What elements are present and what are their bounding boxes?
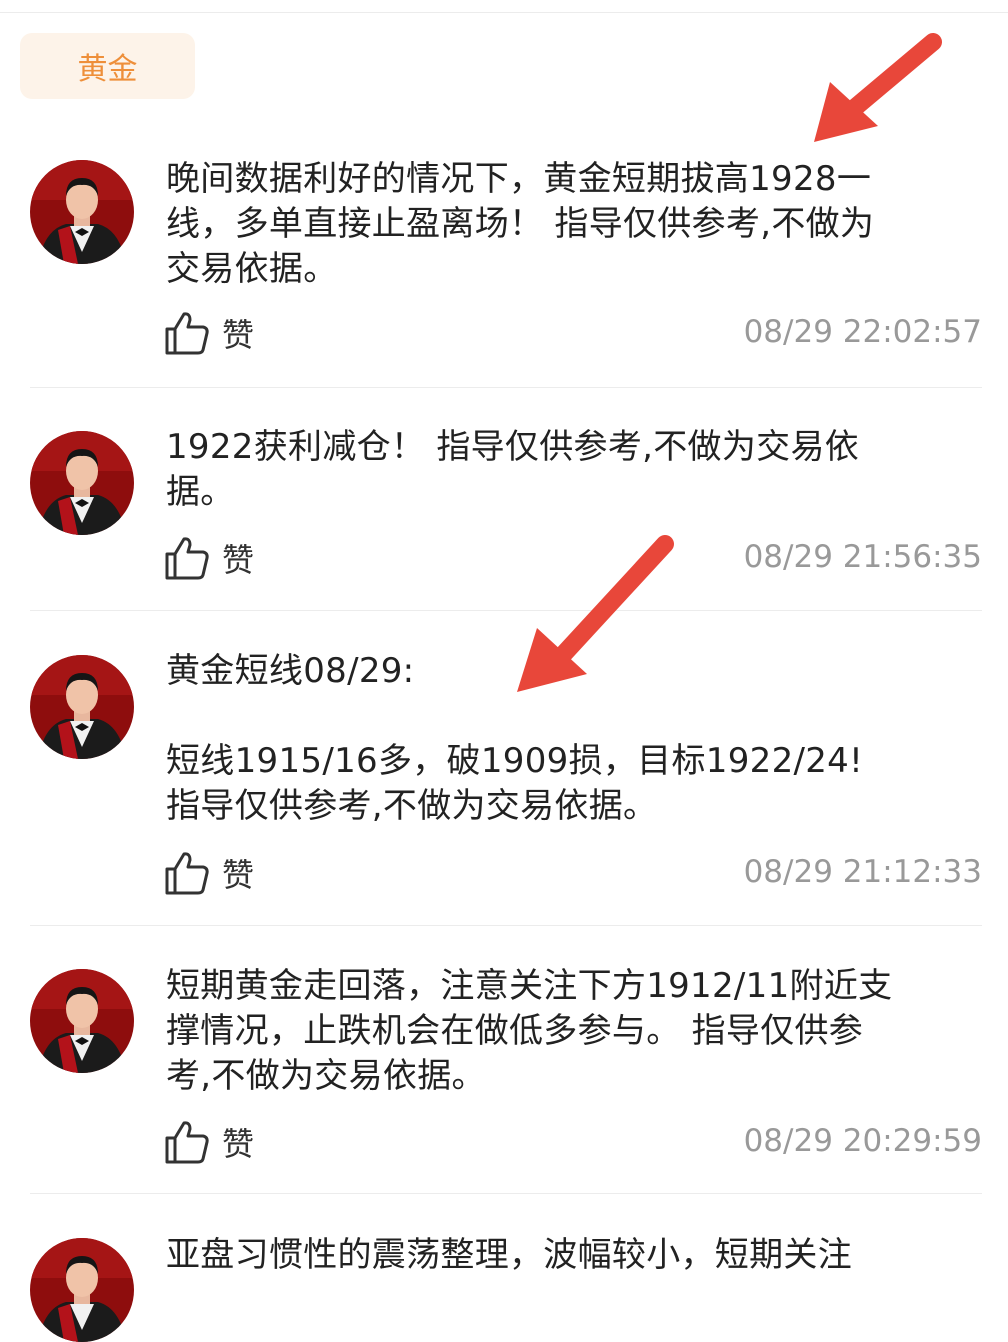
post-divider [30, 387, 982, 388]
red-arrow-annotation [814, 33, 942, 142]
like-label: 赞 [222, 856, 255, 894]
avatar[interactable] [30, 1238, 134, 1342]
like-button[interactable]: 赞 [164, 535, 254, 581]
post-timestamp: 08/29 21:12:33 [743, 854, 982, 890]
like-button[interactable]: 赞 [164, 310, 254, 356]
post-text: 黄金短线08/29: 短线1915/16多，破1909损，目标1922/24! … [166, 651, 864, 826]
category-tag-gold[interactable]: 黄金 [20, 33, 195, 99]
post-timestamp: 08/29 22:02:57 [743, 314, 982, 350]
thumbs-up-icon [165, 1121, 209, 1164]
thumbs-up-icon [165, 312, 209, 355]
post-text: 1922获利减仓！ 指导仅供参考,不做为交易依 据。 [166, 427, 860, 512]
top-divider [0, 12, 1008, 13]
like-label: 赞 [222, 541, 255, 579]
post-timestamp: 08/29 21:56:35 [743, 539, 982, 575]
thumbs-up-icon [165, 852, 209, 895]
post-text: 晚间数据利好的情况下，黄金短期拔高1928一 线，多单直接止盈离场！ 指导仅供参… [166, 159, 875, 289]
thumbs-up-icon [165, 537, 209, 580]
like-label: 赞 [222, 1125, 255, 1163]
like-button[interactable]: 赞 [164, 850, 254, 896]
like-button[interactable]: 赞 [164, 1119, 254, 1165]
like-label: 赞 [222, 316, 255, 354]
post-divider [30, 610, 982, 611]
post-divider [30, 925, 982, 926]
avatar[interactable] [30, 431, 134, 535]
avatar[interactable] [30, 160, 134, 264]
avatar[interactable] [30, 969, 134, 1073]
post-text: 亚盘习惯性的震荡整理，波幅较小，短期关注 [166, 1235, 852, 1275]
post-text: 短期黄金走回落，注意关注下方1912/11附近支 撑情况，止跌机会在做低多参与。… [166, 966, 893, 1096]
post-timestamp: 08/29 20:29:59 [743, 1123, 982, 1159]
post-divider [30, 1193, 982, 1194]
avatar[interactable] [30, 655, 134, 759]
